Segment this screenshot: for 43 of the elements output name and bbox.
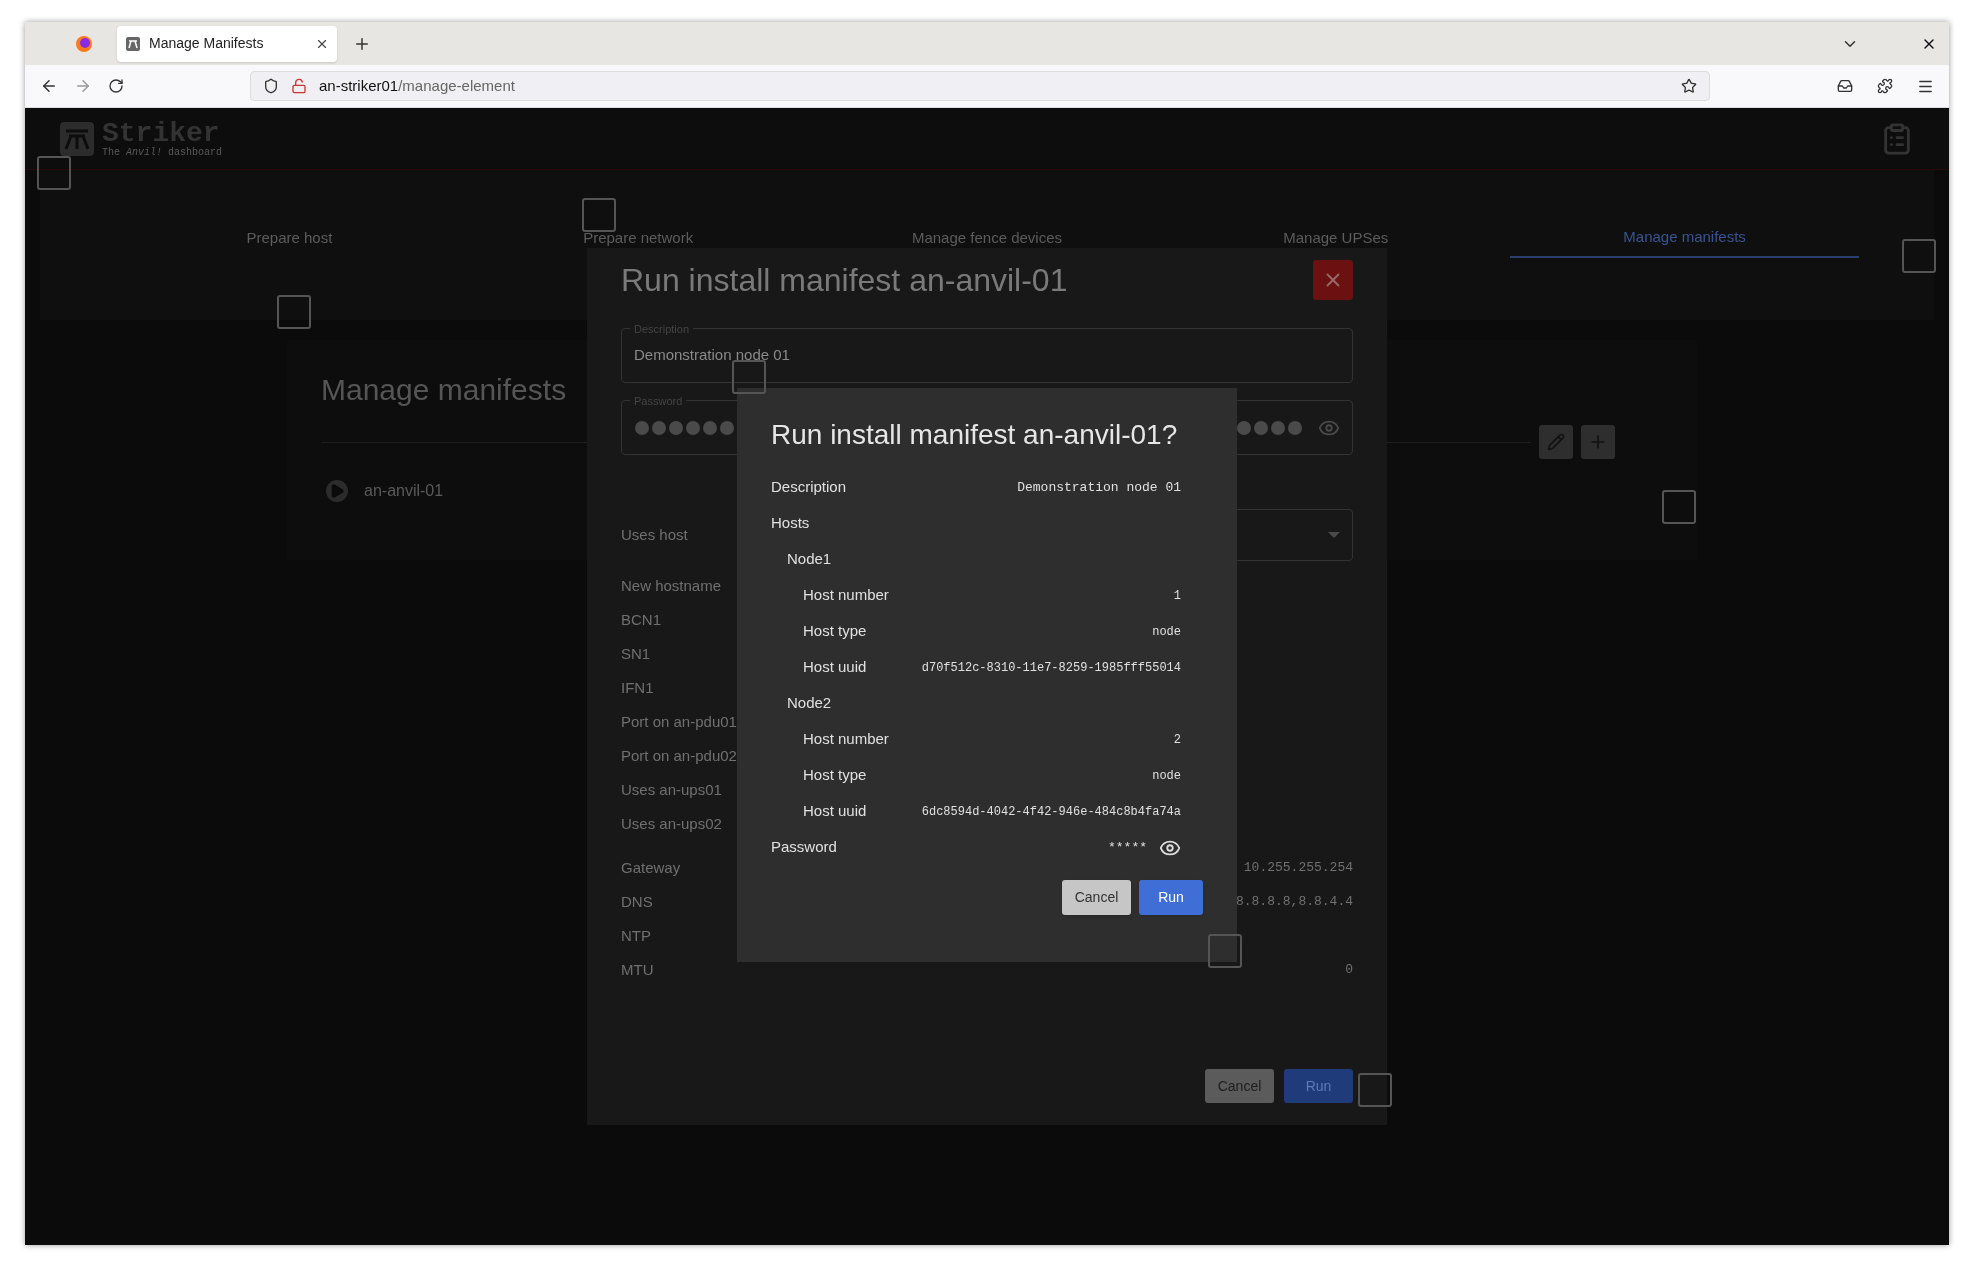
- row-value: Demonstration node 01: [1017, 478, 1181, 497]
- field-value: Demonstration node 01: [634, 345, 790, 366]
- row-value: 6dc8594d-4042-4f42-946e-484c8b4fa74a: [921, 803, 1181, 821]
- row-label: IFN1: [621, 677, 654, 698]
- dialog-title: Run install manifest an-anvil-01: [621, 264, 1068, 296]
- row-value: *****: [1108, 838, 1147, 857]
- panel-title: Manage manifests: [321, 375, 567, 405]
- row-value: 8.8.8.8,8.8.4.4: [1235, 893, 1353, 912]
- row-label: MTU: [621, 959, 654, 980]
- row-label: Description: [771, 477, 847, 498]
- row-label: Node1: [787, 549, 832, 570]
- row-value: 10.255.255.254: [1243, 859, 1353, 878]
- logo-subtitle: The Anvil! dashboard: [102, 147, 223, 158]
- row-value: 2: [1173, 731, 1181, 749]
- row-label: SN1: [621, 643, 651, 664]
- row-label: New hostname: [621, 575, 722, 596]
- row-value: node: [1152, 767, 1181, 785]
- row-label: Password: [771, 837, 837, 858]
- row-value: 1: [1173, 587, 1181, 605]
- row-label: BCN1: [621, 609, 661, 630]
- row-label: Uses an-ups02: [621, 813, 722, 834]
- row-label: Host type: [803, 765, 867, 786]
- row-label: Port on an-pdu02: [621, 745, 737, 766]
- row-value: node: [1152, 623, 1181, 641]
- url-text: an-striker01/manage-element: [319, 75, 515, 96]
- row-value: 0: [1345, 961, 1353, 980]
- row-label: Uses host: [621, 524, 688, 545]
- confirm-title: Run install manifest an-anvil-01?: [771, 418, 1178, 452]
- tab-title: Manage Manifests: [149, 34, 265, 53]
- row-label: Hosts: [771, 513, 810, 534]
- row-label: NTP: [621, 925, 651, 946]
- row-label: DNS: [621, 891, 653, 912]
- row-label: Host number: [803, 585, 889, 606]
- row-label: Host type: [803, 621, 867, 642]
- row-label: Host uuid: [803, 657, 867, 678]
- manifest-name: an-anvil-01: [364, 481, 444, 501]
- row-value: d70f512c-8310-11e7-8259-1985fff55014: [921, 659, 1181, 677]
- row-label: Host uuid: [803, 801, 867, 822]
- row-label: Host number: [803, 729, 889, 750]
- row-label: Gateway: [621, 857, 681, 878]
- row-label: Uses an-ups01: [621, 779, 722, 800]
- row-label: Node2: [787, 693, 832, 714]
- row-label: Port on an-pdu01: [621, 711, 737, 732]
